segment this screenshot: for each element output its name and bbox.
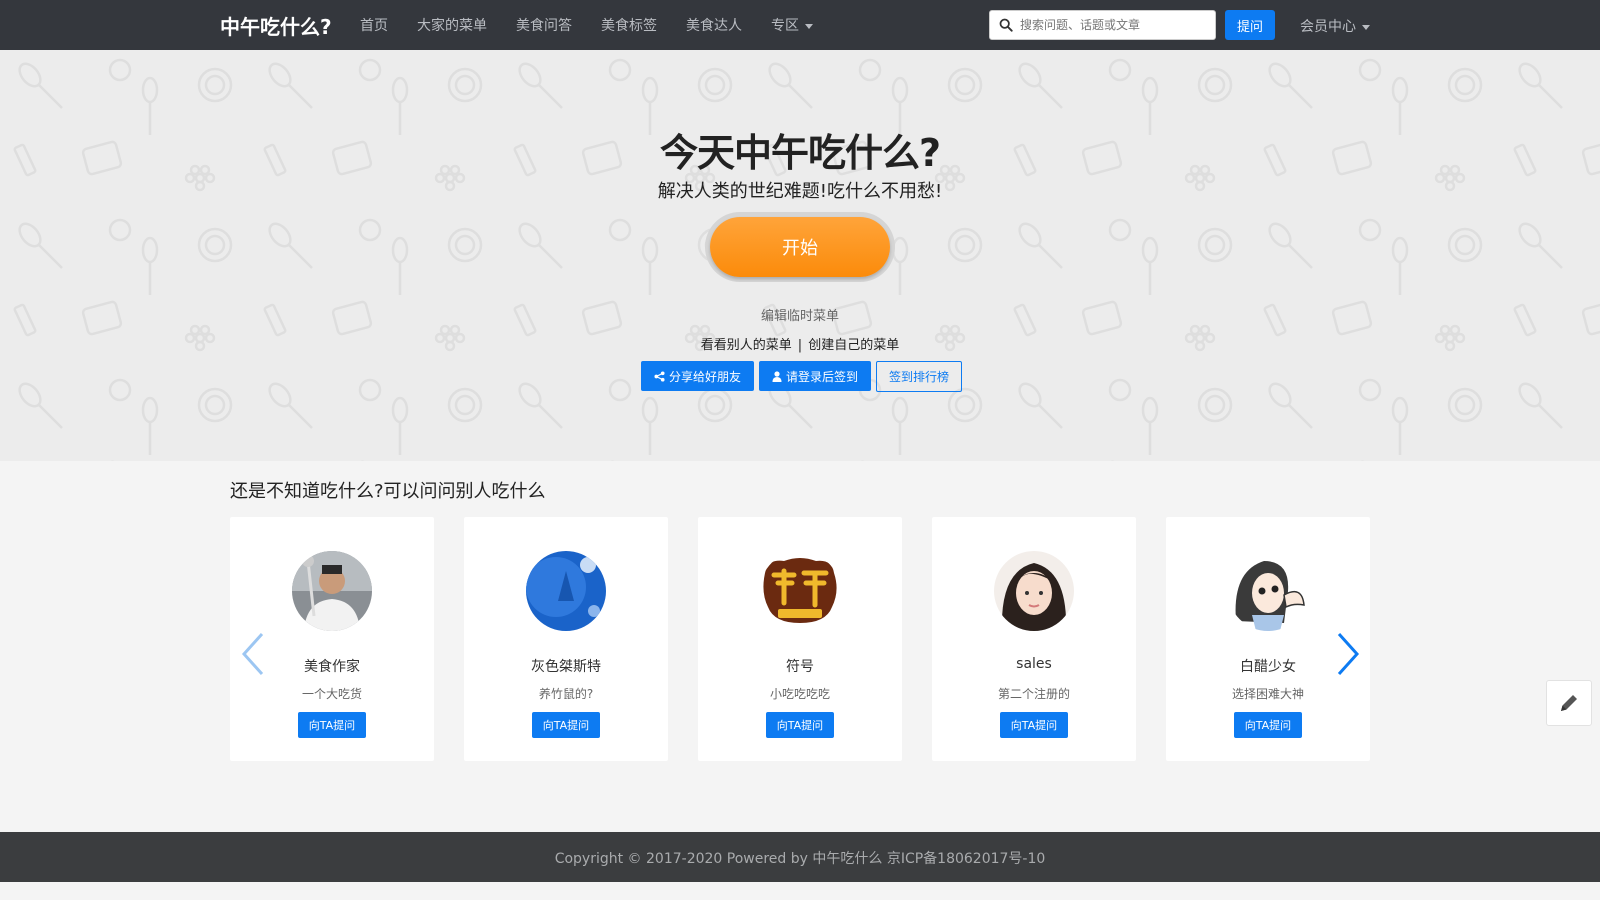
avatar[interactable] (760, 551, 840, 631)
floating-edit-button[interactable] (1546, 680, 1592, 726)
avatar[interactable] (526, 551, 606, 631)
carousel-next-button[interactable] (1333, 630, 1363, 678)
link-separator: | (797, 338, 803, 353)
avatar[interactable] (994, 551, 1074, 631)
nav-links: 首页 大家的菜单 美食问答 美食标签 美食达人 专区 (360, 0, 842, 50)
login-checkin-button[interactable]: 请登录后签到 (759, 361, 872, 391)
card-desc: 一个大吃货 (301, 687, 362, 701)
search-icon (999, 18, 1013, 32)
brand-logo[interactable]: 中午吃什么? (220, 11, 332, 40)
carousel-prev-button[interactable] (238, 630, 268, 678)
section-title: 还是不知道吃什么?可以问问别人吃什么 (230, 481, 546, 502)
view-others-menu-link[interactable]: 看看别人的菜单 (701, 338, 792, 353)
nav-qa[interactable]: 美食问答 (516, 15, 572, 35)
nav-zone-dropdown[interactable]: 专区 (771, 15, 813, 35)
ask-ta-button[interactable]: 向TA提问 (1234, 712, 1302, 738)
pencil-icon (1561, 695, 1577, 711)
share-label: 分享给好朋友 (669, 369, 742, 384)
expert-card: 灰色桀斯特 养竹鼠的? 向TA提问 (464, 517, 668, 761)
login-checkin-label: 请登录后签到 (786, 369, 859, 384)
ask-ta-button[interactable]: 向TA提问 (532, 712, 600, 738)
caret-down-icon (805, 23, 813, 29)
hero-subtitle: 解决人类的世纪难题!吃什么不用愁! (657, 181, 943, 202)
avatar[interactable] (1228, 551, 1308, 631)
nav-menus[interactable]: 大家的菜单 (417, 15, 487, 35)
expert-card: 符号 小吃吃吃吃 向TA提问 (698, 517, 902, 761)
card-name[interactable]: sales (932, 656, 1136, 672)
checkin-ranking-button[interactable]: 签到排行榜 (876, 361, 963, 392)
ask-ta-button[interactable]: 向TA提问 (298, 712, 366, 738)
ask-ta-button[interactable]: 向TA提问 (1000, 712, 1068, 738)
card-desc: 选择困难大神 (1231, 687, 1304, 701)
expert-card: sales 第二个注册的 向TA提问 (932, 517, 1136, 761)
footer-copyright: Copyright © 2017-2020 Powered by 中午吃什么 京… (554, 851, 1046, 867)
card-desc: 小吃吃吃吃 (769, 687, 830, 701)
top-navbar: 中午吃什么? 首页 大家的菜单 美食问答 美食标签 美食达人 专区 提问 会员中… (0, 0, 1600, 50)
member-center-label: 会员中心 (1300, 19, 1356, 35)
card-name[interactable]: 符号 (698, 656, 902, 676)
user-icon (772, 370, 782, 382)
edit-temp-menu-link[interactable]: 编辑临时菜单 (0, 305, 1600, 324)
hero-title: 今天中午吃什么? (659, 131, 941, 175)
hero-action-buttons: 分享给好朋友 请登录后签到 签到排行榜 (641, 361, 963, 393)
hero-section: 今天中午吃什么? 解决人类的世纪难题!吃什么不用愁! 开始 编辑临时菜单 看看别… (0, 50, 1600, 461)
create-own-menu-link[interactable]: 创建自己的菜单 (808, 338, 899, 353)
card-desc: 第二个注册的 (997, 687, 1070, 701)
share-button[interactable]: 分享给好朋友 (641, 361, 755, 391)
footer: Copyright © 2017-2020 Powered by 中午吃什么 京… (0, 832, 1600, 882)
caret-down-icon (1362, 24, 1370, 30)
chevron-left-icon (241, 632, 264, 676)
nav-home[interactable]: 首页 (360, 15, 388, 35)
ask-ta-button[interactable]: 向TA提问 (766, 712, 834, 738)
nav-tags[interactable]: 美食标签 (601, 15, 657, 35)
nav-zone-label: 专区 (771, 18, 799, 34)
start-button[interactable]: 开始 (710, 217, 890, 277)
card-name[interactable]: 灰色桀斯特 (464, 656, 668, 676)
menu-links: 看看别人的菜单 | 创建自己的菜单 (0, 334, 1600, 353)
avatar[interactable] (292, 551, 372, 631)
search-box[interactable] (989, 10, 1216, 40)
member-center-dropdown[interactable]: 会员中心 (1300, 16, 1370, 36)
chevron-right-icon (1337, 632, 1360, 676)
nav-experts[interactable]: 美食达人 (686, 15, 742, 35)
ask-question-button[interactable]: 提问 (1225, 10, 1275, 40)
card-desc: 养竹鼠的? (538, 687, 594, 701)
search-input[interactable] (1020, 18, 1205, 32)
share-icon (654, 370, 665, 382)
